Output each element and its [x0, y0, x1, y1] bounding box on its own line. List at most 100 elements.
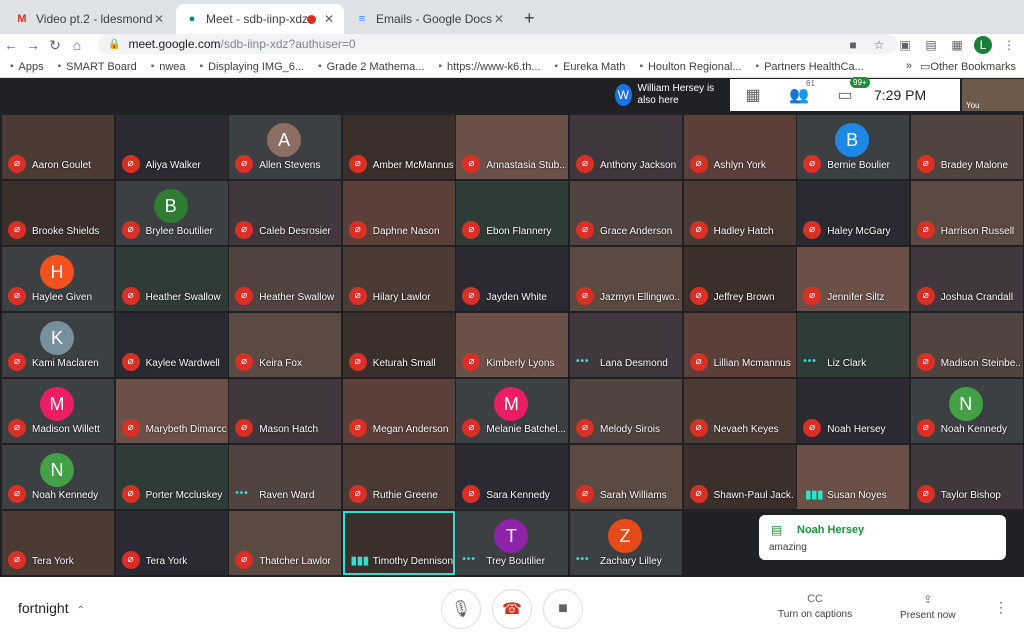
participant-tile[interactable]: T ••• Trey Boutilier	[456, 511, 569, 575]
participant-tile[interactable]: ⌀ Shawn-Paul Jack...	[683, 445, 796, 509]
bookmark-item[interactable]: ▪ SMART Board	[58, 61, 137, 73]
self-view-tile[interactable]: You	[962, 79, 1024, 111]
participant-tile[interactable]: ⌀ Lillian Mcmannus	[683, 313, 796, 377]
participant-tile[interactable]: ⌀ Bradey Malone	[910, 115, 1023, 179]
bookmark-item[interactable]: ▪ nwea	[151, 61, 186, 73]
participant-tile[interactable]: ⌀ Jazmyn Ellingwo...	[570, 247, 682, 311]
home-icon[interactable]: ⌂	[66, 37, 88, 53]
browser-tab[interactable]: M Video pt.2 - ldesmond@rsu50✕	[6, 4, 174, 34]
participant-tile[interactable]: ⌀ Taylor Bishop	[910, 445, 1023, 509]
people-icon[interactable]: 👥 61	[776, 79, 822, 105]
participant-tile[interactable]: B ⌀ Brylee Boutilier	[115, 181, 228, 245]
reload-icon[interactable]: ↻	[44, 37, 66, 54]
participant-tile[interactable]: ⌀ Kimberly Lyons	[456, 313, 569, 377]
participant-tile[interactable]: ⌀ Ashlyn York	[683, 115, 796, 179]
participant-tile[interactable]: N ⌀ Noah Kennedy	[2, 445, 114, 509]
bookmark-item[interactable]: ▪ Houlton Regional...	[639, 61, 741, 73]
bookmarks-overflow[interactable]: »	[906, 60, 912, 72]
chat-notification[interactable]: ▤ Noah Hersey amazing	[759, 515, 1006, 560]
more-options-icon[interactable]: ⋮	[994, 599, 1008, 616]
participant-tile[interactable]: ▮▮▮ Timothy Dennison	[342, 511, 455, 575]
participant-tile[interactable]: ⌀ Thatcher Lawlor	[229, 511, 342, 575]
grid-extension-icon[interactable]: ▦	[948, 38, 966, 52]
participant-tile[interactable]: ⌀ Megan Anderson	[342, 379, 455, 443]
participant-tile[interactable]: ••• Raven Ward	[229, 445, 342, 509]
participant-tile[interactable]: ⌀ Joshua Crandall	[910, 247, 1023, 311]
close-tab-icon[interactable]: ✕	[152, 12, 166, 26]
participant-tile[interactable]: ⌀ Brooke Shields	[2, 181, 114, 245]
camera-icon[interactable]: ■	[844, 38, 862, 52]
participant-tile[interactable]: ⌀ Daphne Nason	[342, 181, 455, 245]
participant-tile[interactable]: ⌀ Sara Kennedy	[456, 445, 569, 509]
participant-tile[interactable]: ⌀ Heather Swallow	[115, 247, 228, 311]
participant-tile[interactable]: ⌀ Hadley Hatch	[683, 181, 796, 245]
participant-tile[interactable]: M ⌀ Melanie Batchel...	[456, 379, 569, 443]
participant-tile[interactable]: H ⌀ Haylee Given	[2, 247, 114, 311]
participant-tile[interactable]: ⌀ Jennifer Siltz	[797, 247, 910, 311]
participant-tile[interactable]: ⌀ Caleb Desrosier	[229, 181, 342, 245]
address-bar[interactable]: 🔒 meet.google.com/sdb-iinp-xdz?authuser=…	[98, 34, 898, 54]
participant-tile[interactable]: ⌀ Nevaeh Keyes	[683, 379, 796, 443]
participant-tile[interactable]: ⌀ Annastasia Stub...	[456, 115, 569, 179]
menu-icon[interactable]: ⋮	[1000, 38, 1018, 52]
participant-tile[interactable]: K ⌀ Kami Maclaren	[2, 313, 114, 377]
participant-tile[interactable]: ⌀ Tera York	[115, 511, 228, 575]
camera-button[interactable]: ■	[543, 589, 583, 629]
browser-tab[interactable]: ● Meet - sdb-iinp-xdz ✕	[176, 4, 344, 34]
close-tab-icon[interactable]: ✕	[322, 12, 336, 26]
participant-tile[interactable]: ⌀ Aliya Walker	[115, 115, 228, 179]
participant-tile[interactable]: ⌀ Tera York	[2, 511, 114, 575]
participant-tile[interactable]: ⌀ Amber McMannus	[342, 115, 455, 179]
participant-tile[interactable]: ⌀ Marybeth Dimarco	[115, 379, 228, 443]
layout-grid-icon[interactable]: ▦	[730, 85, 776, 105]
participant-tile[interactable]: ⌀ Haley McGary	[797, 181, 910, 245]
participant-tile[interactable]: ⌀ Mason Hatch	[229, 379, 342, 443]
close-tab-icon[interactable]: ✕	[492, 12, 506, 26]
participant-tile[interactable]: ⌀ Ruthie Greene	[342, 445, 455, 509]
participant-tile[interactable]: ⌀ Keira Fox	[229, 313, 342, 377]
participant-tile[interactable]: ⌀ Grace Anderson	[570, 181, 682, 245]
participant-tile[interactable]: ••• Liz Clark	[797, 313, 910, 377]
present-now-button[interactable]: ⇪ Present now	[900, 593, 956, 621]
participant-tile[interactable]: ⌀ Keturah Small	[342, 313, 455, 377]
meeting-details[interactable]: fortnight ⌃	[18, 600, 85, 616]
participant-tile[interactable]: A ⌀ Allen Stevens	[229, 115, 342, 179]
back-icon[interactable]: ←	[0, 37, 22, 53]
bookmark-item[interactable]: ▪ Apps	[10, 61, 44, 73]
participant-tile[interactable]: ▮▮▮ Susan Noyes	[797, 445, 910, 509]
participant-tile[interactable]: M ⌀ Madison Willett	[2, 379, 114, 443]
browser-tab[interactable]: ≡ Emails - Google Docs ✕	[346, 4, 514, 34]
participant-tile[interactable]: ⌀ Heather Swallow	[229, 247, 342, 311]
participant-tile[interactable]: ⌀ Anthony Jackson	[570, 115, 682, 179]
participant-tile[interactable]: ⌀ Sarah Williams	[570, 445, 682, 509]
bookmark-item[interactable]: ▪ Grade 2 Mathema...	[318, 61, 424, 73]
participant-tile[interactable]: ⌀ Melody Sirois	[570, 379, 682, 443]
microphone-button[interactable]: 🎙	[441, 589, 481, 629]
bookmark-item[interactable]: ▪ Displaying IMG_6...	[200, 61, 305, 73]
participant-tile[interactable]: ⌀ Harrison Russell	[910, 181, 1023, 245]
participant-tile[interactable]: ⌀ Noah Hersey	[797, 379, 910, 443]
participant-tile[interactable]: ⌀ Ebon Flannery	[456, 181, 569, 245]
hang-up-button[interactable]: ☎	[492, 589, 532, 629]
participant-tile[interactable]: ••• Lana Desmond	[570, 313, 682, 377]
participant-tile[interactable]: ⌀ Madison Steinbe...	[910, 313, 1023, 377]
forward-icon[interactable]: →	[22, 37, 44, 53]
bookmark-item[interactable]: ▪ https://www-k6.th...	[438, 61, 540, 73]
captions-button[interactable]: CC Turn on captions	[778, 593, 852, 620]
extension-icon[interactable]: ▣	[896, 38, 914, 52]
participant-tile[interactable]: Z ••• Zachary Lilley	[570, 511, 682, 575]
bookmark-item[interactable]: ▪ Partners HealthCa...	[756, 61, 864, 73]
participant-tile[interactable]: B ⌀ Bernie Boulier	[797, 115, 910, 179]
star-icon[interactable]: ☆	[870, 38, 888, 52]
participant-tile[interactable]: N ⌀ Noah Kennedy	[910, 379, 1023, 443]
participant-tile[interactable]: ⌀ Jayden White	[456, 247, 569, 311]
new-tab-icon[interactable]: +	[524, 8, 535, 29]
profile-avatar[interactable]: L	[974, 36, 992, 54]
extension-icon-2[interactable]: ▤	[922, 38, 940, 52]
participant-tile[interactable]: ⌀ Porter Mccluskey	[115, 445, 228, 509]
bookmark-item[interactable]: ▪ Eureka Math	[555, 61, 626, 73]
participant-tile[interactable]: ⌀ Hilary Lawlor	[342, 247, 455, 311]
participant-tile[interactable]: ⌀ Kaylee Wardwell	[115, 313, 228, 377]
other-bookmarks[interactable]: ▭ Other Bookmarks	[920, 60, 1016, 74]
chat-icon[interactable]: ▭ 99+	[822, 77, 870, 105]
